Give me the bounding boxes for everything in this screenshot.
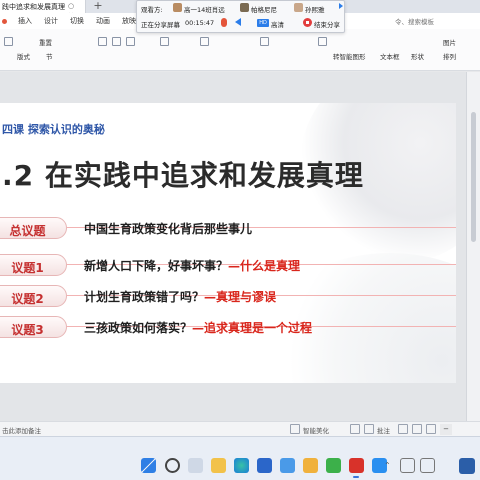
store-icon[interactable] xyxy=(257,458,272,473)
bold-icon[interactable] xyxy=(98,37,107,46)
ribbon-toolbar: 重置 版式 节 转智能图形 文本框 形状 图片 排列 xyxy=(0,29,480,71)
search-templates[interactable]: 令、搜索模板 xyxy=(395,16,434,26)
screen-share-bar: 观看方: 高一14班肖远 帕格尼尼 孙熙雅 正在分享屏幕 00:15:47 HD… xyxy=(136,0,345,33)
new-slide-icon[interactable] xyxy=(4,37,13,46)
vertical-scrollbar[interactable] xyxy=(466,72,480,422)
reading-view-icon[interactable] xyxy=(426,424,436,434)
search-icon[interactable] xyxy=(165,458,180,473)
topic-question: 三孩政策如何落实？ xyxy=(84,321,193,335)
app-icon[interactable] xyxy=(303,458,318,473)
edge-icon[interactable] xyxy=(234,458,249,473)
viewer-name[interactable]: 帕格尼尼 xyxy=(251,4,277,14)
topic-badge-label: 议题1 xyxy=(11,261,44,275)
picture-button[interactable]: 图片 xyxy=(443,37,456,47)
stop-share-icon[interactable] xyxy=(303,18,312,27)
topic-text: 新增人口下降，好事坏事？—什么是真理 xyxy=(84,257,300,274)
shape-button[interactable]: 形状 xyxy=(411,51,424,61)
viewer-name[interactable]: 孙熙雅 xyxy=(305,4,325,14)
viewer-avatar xyxy=(294,3,303,12)
status-bar: 击此添加备注 智能美化 批注 − xyxy=(0,421,480,436)
notes-placeholder[interactable]: 击此添加备注 xyxy=(2,425,41,435)
smart-beautify-icon[interactable] xyxy=(290,424,300,434)
zoom-out-button[interactable]: − xyxy=(440,424,452,435)
chevron-up-icon[interactable]: ⌃ xyxy=(384,461,391,470)
mail-icon[interactable] xyxy=(280,458,295,473)
convert-smartart-button[interactable]: 转智能图形 xyxy=(333,51,366,61)
topic-badge: 总议题 xyxy=(0,217,67,239)
text-box-button[interactable]: 文本框 xyxy=(380,51,400,61)
topic-badge-label: 总议题 xyxy=(9,224,46,238)
share-timer: 00:15:47 xyxy=(185,19,215,27)
outline-view-icon[interactable] xyxy=(350,424,360,434)
topic-text: 计划生育政策错了吗？—真理与谬误 xyxy=(84,288,276,305)
expand-arrow-icon[interactable] xyxy=(339,3,343,9)
notes-icon[interactable] xyxy=(364,424,374,434)
menu-insert[interactable]: 插入 xyxy=(18,16,32,26)
paragraph-icon[interactable] xyxy=(318,37,327,46)
active-indicator xyxy=(353,476,359,478)
topic-text: 中国生育政策变化背后那些事儿 xyxy=(84,220,252,237)
file-explorer-icon[interactable] xyxy=(211,458,226,473)
arrange-button[interactable]: 排列 xyxy=(443,51,456,61)
microphone-icon[interactable] xyxy=(221,18,227,27)
viewer-avatar xyxy=(240,3,249,12)
topic-highlight: —真理与谬误 xyxy=(204,290,277,304)
topic-badge: 议题1 xyxy=(0,254,67,276)
topic-highlight: —追求真理是一个过程 xyxy=(192,321,313,335)
document-tab-label: 践中追求和发展真理 xyxy=(2,3,65,11)
tab-close-icon[interactable]: ○ × xyxy=(64,2,78,19)
comments-button[interactable]: 批注 xyxy=(377,425,390,435)
align-left-icon[interactable] xyxy=(160,37,169,46)
wps-icon[interactable] xyxy=(349,458,364,473)
windows-taskbar: ⌃ xyxy=(0,436,480,480)
scrollbar-thumb[interactable] xyxy=(471,112,476,242)
menu-transition[interactable]: 切换 xyxy=(70,16,84,26)
topic-question: 计划生育政策错了吗？ xyxy=(84,290,205,304)
app-menu-icon[interactable] xyxy=(2,19,7,24)
menu-animation[interactable]: 动画 xyxy=(96,16,110,26)
volume-icon[interactable] xyxy=(420,458,435,473)
speaker-icon[interactable] xyxy=(235,18,241,26)
viewers-label: 观看方: xyxy=(141,6,163,14)
section-button[interactable]: 节 xyxy=(46,51,53,61)
viewer-name[interactable]: 高一14班肖远 xyxy=(184,4,225,14)
topic-text: 三孩政策如何落实？—追求真理是一个过程 xyxy=(84,319,312,336)
slide-canvas[interactable]: 四课 探索认识的奥秘 .2 在实践中追求和发展真理 总议题 中国生育政策变化背后… xyxy=(0,103,456,383)
topic-badge: 议题2 xyxy=(0,285,67,307)
sharing-status: 正在分享屏幕 xyxy=(141,21,180,29)
notification-icon[interactable] xyxy=(459,458,475,474)
underline-icon[interactable] xyxy=(126,37,135,46)
hd-toggle[interactable]: 高清 xyxy=(271,19,284,29)
list-icon[interactable] xyxy=(260,37,269,46)
topic-highlight: —什么是真理 xyxy=(228,259,301,273)
topic-question: 中国生育政策变化背后那些事儿 xyxy=(84,222,253,236)
layout-button[interactable]: 版式 xyxy=(17,51,30,61)
reset-button[interactable]: 重置 xyxy=(39,37,52,47)
slide-title: .2 在实践中追求和发展真理 xyxy=(2,159,364,192)
start-icon[interactable] xyxy=(141,458,156,473)
sorter-view-icon[interactable] xyxy=(412,424,422,434)
smart-beautify-button[interactable]: 智能美化 xyxy=(303,425,329,435)
new-tab-button[interactable]: + xyxy=(92,0,104,12)
app-icon[interactable] xyxy=(326,458,341,473)
topic-badge: 议题3 xyxy=(0,316,67,338)
align-center-icon[interactable] xyxy=(200,37,209,46)
italic-icon[interactable] xyxy=(112,37,121,46)
menu-slideshow[interactable]: 放映 xyxy=(122,16,136,26)
topic-badge-label: 议题2 xyxy=(11,292,44,306)
document-tab[interactable]: 践中追求和发展真理 ○ × xyxy=(0,0,86,19)
topic-badge-label: 议题3 xyxy=(11,323,44,337)
slide-subtitle: 四课 探索认识的奥秘 xyxy=(2,123,105,136)
network-icon[interactable] xyxy=(400,458,415,473)
menu-design[interactable]: 设计 xyxy=(44,16,58,26)
stop-share-button[interactable]: 结束分享 xyxy=(314,19,340,29)
viewer-avatar xyxy=(173,3,182,12)
topic-question: 新增人口下降，好事坏事？ xyxy=(84,259,229,273)
normal-view-icon[interactable] xyxy=(398,424,408,434)
hd-icon: HD xyxy=(257,19,269,27)
task-view-icon[interactable] xyxy=(188,458,203,473)
